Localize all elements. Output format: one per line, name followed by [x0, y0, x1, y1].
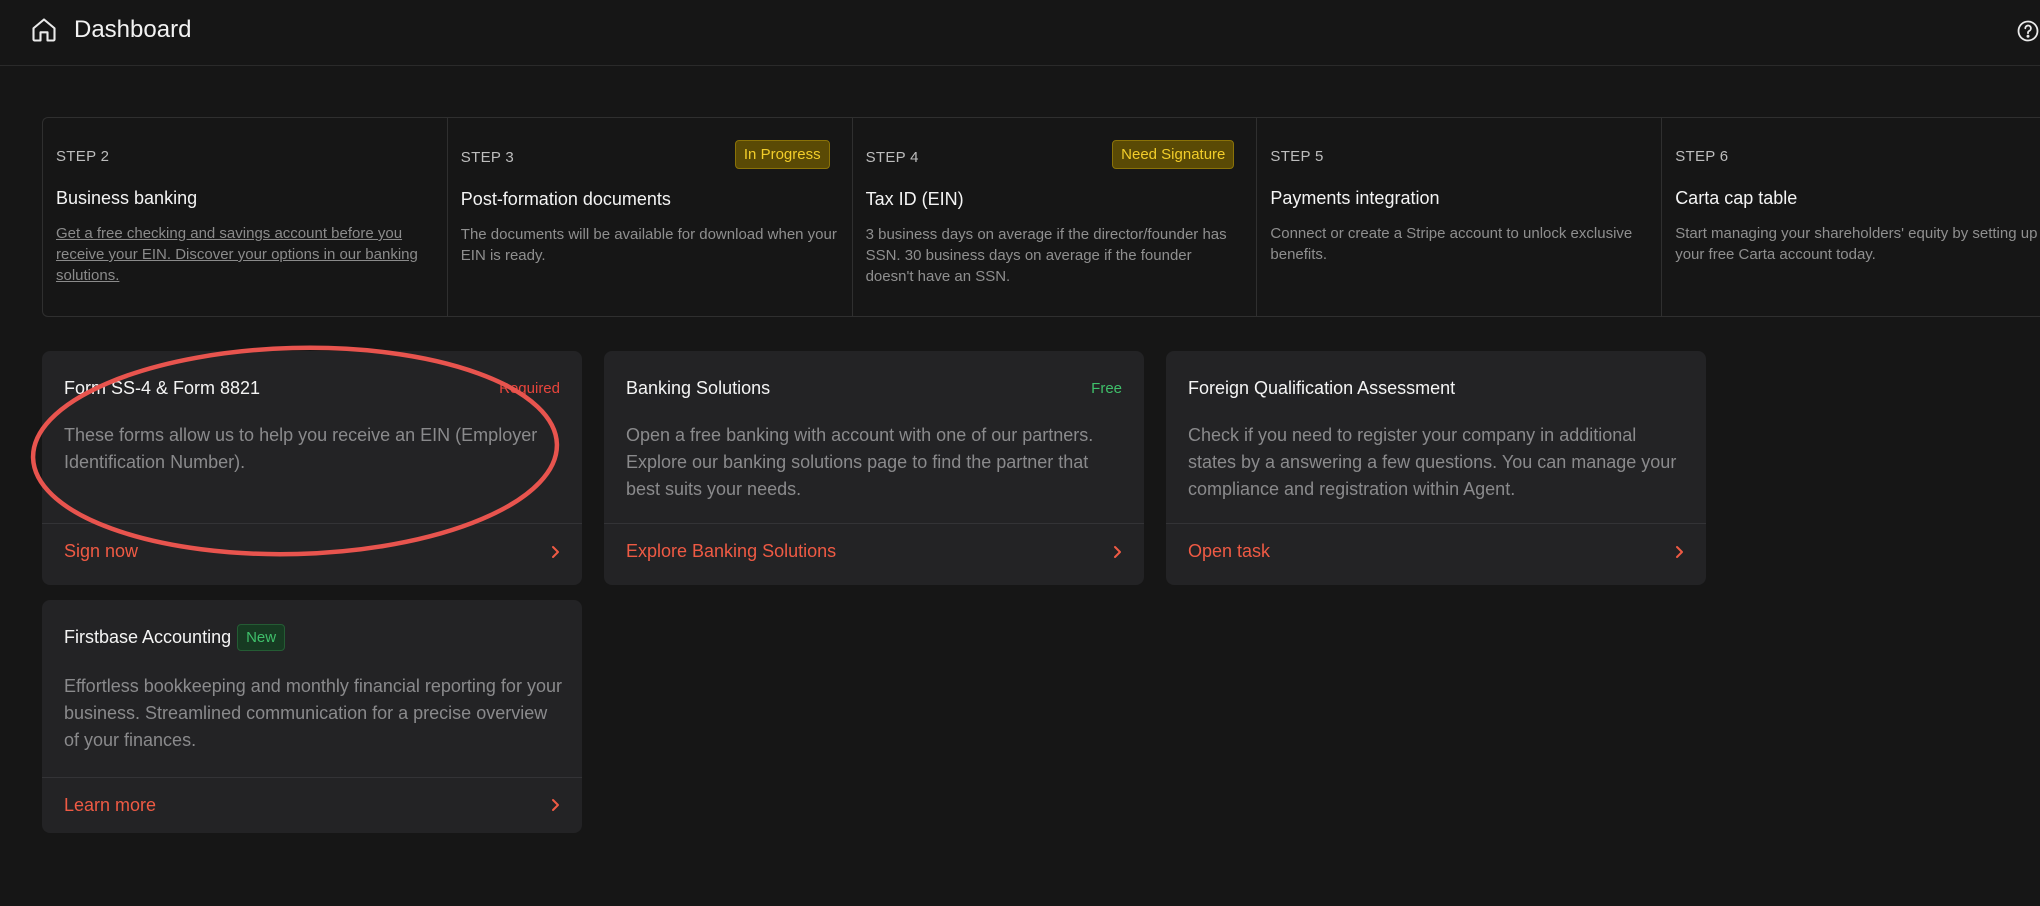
card-divider: [1166, 523, 1706, 524]
banking-solutions-card[interactable]: Banking Solutions Free Open a free banki…: [604, 351, 1144, 585]
open-task-link[interactable]: Open task: [1188, 541, 1270, 562]
chevron-right-icon[interactable]: [1672, 544, 1686, 560]
card-title: Firstbase Accounting: [64, 627, 232, 647]
step-number: STEP 5: [1270, 148, 1324, 165]
card-title: Banking Solutions: [626, 378, 771, 398]
step-title: Tax ID (EIN): [865, 189, 964, 209]
required-tag: Required: [499, 380, 560, 397]
foreign-qualification-card[interactable]: Foreign Qualification Assessment Check i…: [1166, 351, 1706, 585]
card-title: Foreign Qualification Assessment: [1188, 378, 1456, 398]
card-description: These forms allow us to help you receive…: [64, 425, 538, 472]
step-description: Connect or create a Stripe account to un…: [1270, 225, 1633, 263]
card-title-row: Firstbase Accounting New: [64, 624, 286, 651]
card-description: Effortless bookkeeping and monthly finan…: [64, 676, 562, 750]
step-business-banking[interactable]: STEP 2 Business banking Get a free check…: [43, 118, 448, 316]
home-icon[interactable]: [30, 16, 58, 44]
step-post-formation-documents[interactable]: STEP 3 In Progress Post-formation docume…: [448, 118, 853, 316]
step-description: Start managing your shareholders' equity…: [1675, 225, 2038, 263]
card-description: Check if you need to register your compa…: [1188, 425, 1677, 499]
learn-more-link[interactable]: Learn more: [64, 795, 156, 816]
step-title: Payments integration: [1270, 188, 1440, 208]
explore-banking-solutions-link[interactable]: Explore Banking Solutions: [626, 541, 836, 562]
card-description: Open a free banking with account with on…: [626, 425, 1094, 499]
status-badge: Need Signature: [1112, 140, 1235, 169]
step-number: STEP 6: [1675, 148, 1729, 165]
help-icon[interactable]: [2016, 19, 2040, 43]
step-description-link[interactable]: Get a free checking and savings account …: [56, 223, 434, 286]
step-tax-id[interactable]: STEP 4 Need Signature Tax ID (EIN) 3 bus…: [853, 118, 1258, 316]
chevron-right-icon[interactable]: [1110, 544, 1124, 560]
page-title: Dashboard: [74, 16, 192, 43]
steps-strip: STEP 2 Business banking Get a free check…: [42, 117, 2040, 317]
card-divider: [42, 523, 582, 524]
new-badge: New: [237, 624, 286, 651]
card-divider: [42, 777, 582, 778]
step-title: Post-formation documents: [460, 189, 671, 209]
step-title: Carta cap table: [1675, 188, 1798, 208]
firstbase-accounting-card[interactable]: Firstbase Accounting New Effortless bookk…: [42, 600, 582, 833]
step-description: 3 business days on average if the direct…: [865, 226, 1227, 285]
step-number: STEP 2: [56, 148, 110, 165]
free-tag: Free: [1091, 380, 1122, 397]
top-bar: Dashboard: [0, 0, 2040, 66]
step-payments-integration[interactable]: STEP 5 Payments integration Connect or c…: [1257, 118, 1663, 316]
card-title: Form SS-4 & Form 8821: [64, 378, 261, 398]
chevron-right-icon[interactable]: [548, 797, 562, 813]
status-badge: In Progress: [734, 140, 830, 169]
sign-now-link[interactable]: Sign now: [64, 541, 138, 562]
card-divider: [604, 523, 1144, 524]
step-carta-cap-table[interactable]: STEP 6 Carta cap table Start managing yo…: [1662, 118, 2040, 316]
step-description: The documents will be available for down…: [460, 226, 837, 264]
step-title: Business banking: [56, 188, 198, 208]
chevron-right-icon[interactable]: [548, 544, 562, 560]
form-ss4-card[interactable]: Form SS-4 & Form 8821 Required These for…: [42, 351, 582, 585]
